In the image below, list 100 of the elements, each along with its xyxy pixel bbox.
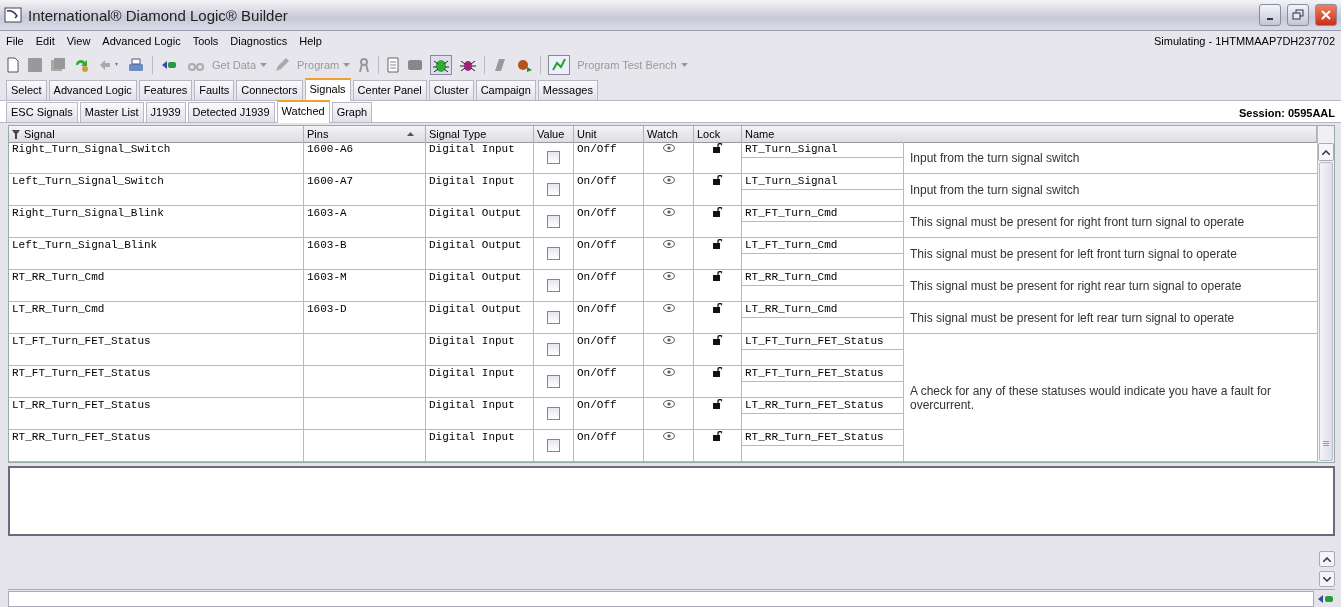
unlocked-padlock-icon[interactable] (713, 143, 722, 153)
test-bench-icon[interactable] (548, 55, 571, 75)
column-header[interactable]: Pins (304, 126, 426, 143)
pin-label: 1603-B (307, 239, 347, 251)
eye-icon[interactable] (662, 432, 675, 440)
value-checkbox[interactable] (547, 343, 560, 356)
menu-item[interactable]: Diagnostics (230, 35, 288, 47)
value-checkbox[interactable] (547, 439, 560, 452)
column-header[interactable]: Name (742, 126, 1317, 143)
unlocked-padlock-icon[interactable] (713, 175, 722, 185)
value-checkbox[interactable] (547, 247, 560, 260)
tab[interactable]: Center Panel (352, 80, 427, 100)
eye-icon[interactable] (662, 176, 675, 184)
restore-button[interactable] (1287, 4, 1309, 26)
sort-arrow-icon[interactable] (407, 132, 414, 136)
description-text: A check for any of these statuses would indicate you have a fault for overcurrent. (910, 383, 1272, 412)
eye-icon[interactable] (662, 336, 675, 344)
scroll-up-button[interactable] (1319, 551, 1335, 567)
unlocked-padlock-icon[interactable] (713, 399, 722, 409)
minimize-button[interactable] (1259, 4, 1281, 26)
unlocked-padlock-icon[interactable] (713, 239, 722, 249)
column-header[interactable]: Signal Type (426, 126, 534, 143)
menu-item[interactable]: Tools (192, 35, 219, 47)
value-checkbox[interactable] (547, 215, 560, 228)
tab[interactable]: Select (6, 80, 47, 100)
tab[interactable]: Master List (79, 102, 144, 122)
value-checkbox[interactable] (547, 375, 560, 388)
value-checkbox[interactable] (547, 151, 560, 164)
tab[interactable]: Detected J1939 (187, 102, 275, 122)
alias-name: RT_RR_Turn_Cmd (745, 271, 838, 283)
alias-name: LT_FT_Turn_Cmd (745, 239, 838, 251)
scroll-down-button[interactable] (1319, 571, 1335, 587)
tab[interactable]: Watched (276, 100, 330, 123)
unlocked-padlock-icon[interactable] (713, 303, 722, 313)
signal-name: LT_FT_Turn_FET_Status (12, 335, 151, 347)
scrollbar-thumb[interactable] (1319, 162, 1333, 461)
menu-item[interactable]: Edit (35, 35, 55, 47)
bug-icon[interactable] (430, 55, 453, 75)
menu-item[interactable]: File (6, 35, 24, 47)
eye-icon[interactable] (662, 400, 675, 408)
filter-icon[interactable] (12, 129, 20, 139)
tab[interactable]: Advanced Logic (48, 80, 137, 100)
print-icon[interactable] (127, 57, 145, 73)
value-checkbox[interactable] (547, 279, 560, 292)
pin-label: 1600-A7 (307, 175, 354, 187)
column-header[interactable]: Value (534, 126, 574, 143)
unlocked-padlock-icon[interactable] (713, 431, 722, 441)
value-checkbox[interactable] (547, 311, 560, 324)
eye-icon[interactable] (662, 208, 675, 216)
unit-label: On/Off (577, 431, 617, 443)
tab[interactable]: Signals (304, 78, 351, 101)
unlocked-padlock-icon[interactable] (713, 367, 722, 377)
tab[interactable]: Campaign (475, 80, 536, 100)
column-header[interactable]: Unit (574, 126, 644, 143)
pin-label: 1600-A6 (307, 143, 354, 155)
unit-label: On/Off (577, 335, 617, 347)
close-icon (1320, 9, 1332, 21)
status-text: Simulating - 1HTMMAAP7DH237702 (1154, 35, 1335, 47)
unlocked-padlock-icon[interactable] (713, 335, 722, 345)
value-checkbox[interactable] (547, 407, 560, 420)
value-checkbox[interactable] (547, 183, 560, 196)
unlocked-padlock-icon[interactable] (713, 207, 722, 217)
column-header[interactable]: Signal (9, 126, 304, 143)
scroll-up-button[interactable] (1318, 143, 1334, 161)
eye-icon[interactable] (662, 240, 675, 248)
new-document-icon[interactable] (6, 57, 20, 73)
alias-name: LT_Turn_Signal (745, 175, 838, 187)
signal-type: Digital Input (429, 367, 515, 379)
close-button[interactable] (1315, 4, 1337, 26)
pin-label: 1603-A (307, 207, 347, 219)
column-header[interactable]: Lock (694, 126, 742, 143)
alias-name: LT_RR_Turn_Cmd (745, 303, 838, 315)
tab[interactable]: Faults (194, 80, 235, 100)
tab[interactable]: Cluster (428, 80, 474, 100)
tab[interactable]: Graph (331, 102, 373, 122)
signal-name: Right_Turn_Signal_Blink (12, 207, 164, 219)
eye-icon[interactable] (662, 368, 675, 376)
tab[interactable]: Features (138, 80, 193, 100)
alias-name: RT_RR_Turn_FET_Status (745, 431, 884, 443)
signal-type: Digital Output (429, 271, 522, 283)
box-icon[interactable] (407, 57, 424, 73)
pin-icon[interactable] (515, 57, 534, 73)
column-header[interactable]: Watch (644, 126, 694, 143)
tab[interactable]: Connectors (236, 80, 303, 100)
app-icon (4, 7, 22, 23)
eye-icon[interactable] (662, 304, 675, 312)
eye-icon[interactable] (662, 272, 675, 280)
tab[interactable]: Messages (537, 80, 598, 100)
menu-item[interactable]: Advanced Logic (102, 35, 181, 47)
eye-icon[interactable] (662, 144, 675, 152)
signal-type: Digital Input (429, 399, 515, 411)
command-field[interactable] (8, 591, 1314, 607)
unlocked-padlock-icon[interactable] (713, 271, 722, 281)
tab[interactable]: ESC Signals (6, 102, 78, 122)
description-text: This signal must be present for left front turn signal to operate (910, 246, 1237, 261)
signal-name: LT_RR_Turn_Cmd (12, 303, 105, 315)
signal-name: RT_FT_Turn_FET_Status (12, 367, 151, 379)
menu-item[interactable]: View (66, 35, 91, 47)
tab[interactable]: J1939 (145, 102, 186, 122)
menu-item[interactable]: Help (299, 35, 322, 47)
